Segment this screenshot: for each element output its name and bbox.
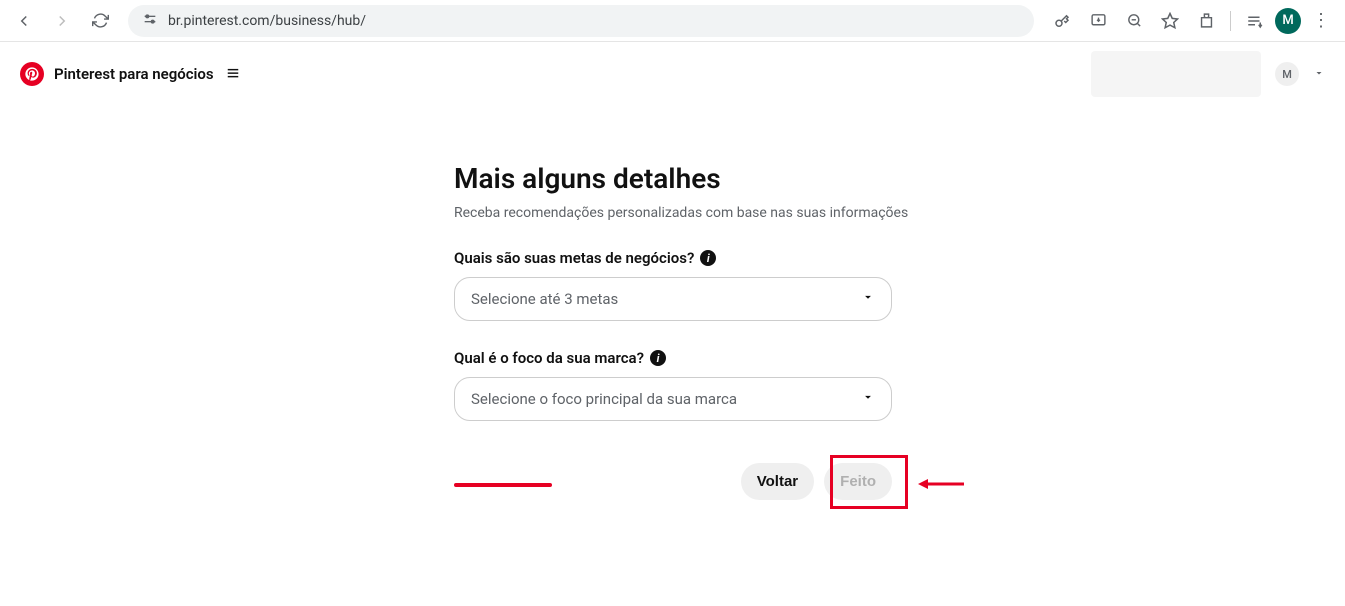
brand-focus-placeholder: Selecione o foco principal da sua marca [471, 390, 737, 408]
media-control-icon[interactable] [1239, 5, 1271, 37]
goals-placeholder: Selecione até 3 metas [471, 290, 618, 308]
browser-toolbar-icons: M ⋮ [1046, 5, 1337, 37]
page-title: Mais alguns detalhes [454, 162, 721, 195]
extensions-icon[interactable] [1190, 5, 1222, 37]
info-icon[interactable]: i [700, 250, 716, 266]
site-settings-icon[interactable] [142, 11, 158, 31]
browser-back-button[interactable] [8, 5, 40, 37]
pinterest-logo-icon[interactable] [20, 62, 44, 86]
actions-row: Voltar Feito [454, 463, 892, 500]
toolbar-divider [1230, 11, 1231, 31]
annotation-red-underline [454, 483, 552, 487]
password-key-icon[interactable] [1046, 5, 1078, 37]
page-header: Pinterest para negócios M [0, 42, 1345, 106]
redacted-area [1091, 51, 1261, 97]
brand-focus-label-text: Qual é o foco da sua marca? [454, 349, 644, 367]
brand-focus-label: Qual é o foco da sua marca? i [454, 349, 666, 367]
account-chevron-icon[interactable] [1313, 67, 1325, 82]
info-icon[interactable]: i [650, 350, 666, 366]
user-avatar[interactable]: M [1275, 62, 1299, 86]
header-right: M [1091, 51, 1325, 97]
done-button[interactable]: Feito [824, 463, 892, 500]
browser-forward-button[interactable] [46, 5, 78, 37]
goals-label: Quais são suas metas de negócios? i [454, 249, 716, 267]
brand-focus-select[interactable]: Selecione o foco principal da sua marca [454, 377, 892, 421]
goals-select[interactable]: Selecione até 3 metas [454, 277, 892, 321]
back-button[interactable]: Voltar [741, 463, 814, 500]
browser-profile-badge[interactable]: M [1275, 8, 1301, 34]
browser-url-bar[interactable]: br.pinterest.com/business/hub/ [128, 5, 1034, 37]
install-app-icon[interactable] [1082, 5, 1114, 37]
annotation-red-arrow [918, 476, 964, 495]
main-content: Mais alguns detalhes Receba recomendaçõe… [0, 106, 1345, 500]
bookmark-star-icon[interactable] [1154, 5, 1186, 37]
goals-label-text: Quais são suas metas de negócios? [454, 249, 694, 267]
browser-chrome-bar: br.pinterest.com/business/hub/ M ⋮ [0, 0, 1345, 42]
page-subtitle: Receba recomendações personalizadas com … [454, 205, 908, 221]
brand-title: Pinterest para negócios [54, 65, 214, 83]
zoom-icon[interactable] [1118, 5, 1150, 37]
browser-url-text: br.pinterest.com/business/hub/ [168, 13, 366, 29]
chevron-down-icon [861, 290, 875, 308]
browser-refresh-button[interactable] [84, 5, 116, 37]
chevron-down-icon [861, 390, 875, 408]
hamburger-menu-icon[interactable] [226, 65, 240, 84]
browser-menu-icon[interactable]: ⋮ [1305, 5, 1337, 37]
